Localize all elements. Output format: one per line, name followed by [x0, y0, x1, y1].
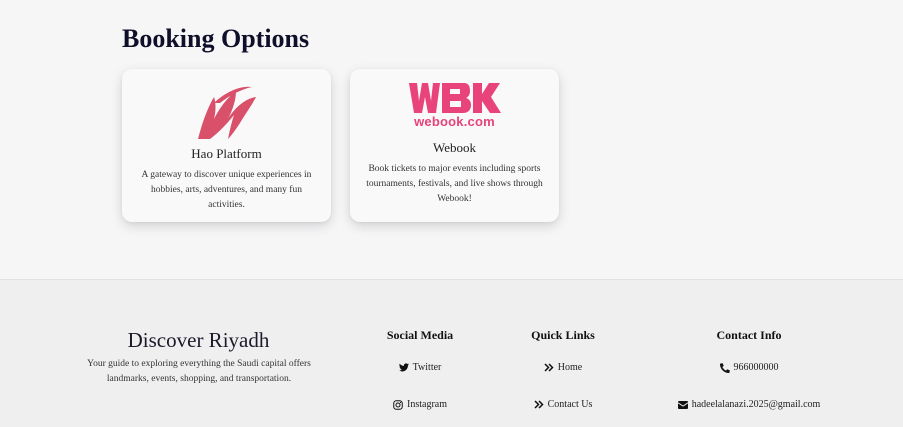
- booking-section: Booking Options Hao Platform A gateway t…: [0, 0, 903, 279]
- email-contact: hadeelalanazi.2025@gmail.com: [649, 399, 849, 410]
- instagram-icon: [393, 399, 403, 410]
- phone-icon: [719, 362, 730, 373]
- footer: Discover Riyadh Your guide to exploring …: [0, 279, 903, 427]
- card-description: A gateway to discover unique experiences…: [141, 170, 312, 210]
- instagram-link-label: Instagram: [407, 399, 447, 410]
- card-description: Book tickets to major events including s…: [366, 164, 543, 204]
- twitter-link[interactable]: Twitter: [370, 362, 470, 373]
- section-title: Booking Options: [122, 24, 310, 53]
- social-media-title: Social Media: [386, 328, 454, 342]
- twitter-link-label: Twitter: [412, 362, 442, 373]
- quick-links-title: Quick Links: [531, 328, 595, 342]
- home-link-label: Home: [557, 362, 583, 373]
- double-chevron-right-icon: [534, 400, 544, 409]
- footer-brand-description: Your guide to exploring everything the S…: [87, 359, 311, 384]
- envelope-icon: [677, 400, 688, 409]
- instagram-link[interactable]: Instagram: [370, 399, 470, 410]
- home-link[interactable]: Home: [513, 362, 613, 373]
- booking-card-hao[interactable]: Hao Platform A gateway to discover uniqu…: [122, 69, 331, 222]
- double-chevron-right-icon: [544, 363, 554, 372]
- contact-us-link-label: Contact Us: [547, 399, 593, 410]
- phone-number: 966000000: [733, 362, 779, 373]
- twitter-icon: [398, 363, 409, 372]
- contact-info-title: Contact Info: [716, 328, 782, 342]
- webook-logo: webook.com: [350, 83, 559, 129]
- hao-logo: [122, 83, 331, 143]
- booking-card-webook[interactable]: webook.com Webook Book tickets to major …: [350, 69, 559, 222]
- phone-contact: 966000000: [659, 362, 839, 373]
- footer-brand-title: Discover Riyadh: [127, 328, 270, 352]
- contact-us-link[interactable]: Contact Us: [513, 399, 613, 410]
- email-address: hadeelalanazi.2025@gmail.com: [691, 399, 821, 410]
- card-title: Webook: [433, 140, 476, 155]
- card-title: Hao Platform: [191, 146, 262, 161]
- webook-logo-text: webook.com: [414, 114, 495, 129]
